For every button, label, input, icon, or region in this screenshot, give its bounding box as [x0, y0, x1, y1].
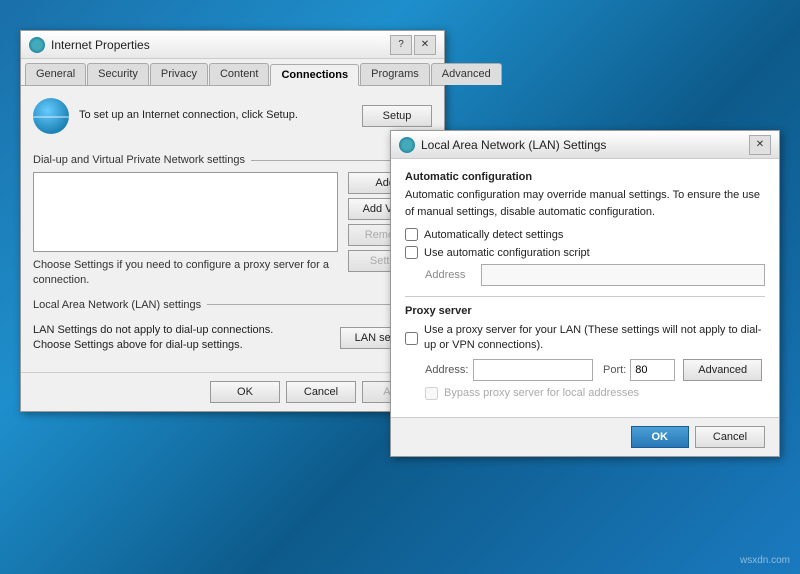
- proxy-addr-row: Address: Port: 80 Advanced: [425, 359, 765, 381]
- advanced-proxy-button[interactable]: Advanced: [683, 359, 762, 381]
- auto-script-label: Use automatic configuration script: [424, 247, 590, 259]
- lan-close-button[interactable]: ✕: [749, 135, 771, 155]
- tab-advanced[interactable]: Advanced: [431, 63, 502, 85]
- auto-script-row: Use automatic configuration script: [405, 246, 765, 259]
- tab-general[interactable]: General: [25, 63, 86, 85]
- lan-cancel-button[interactable]: Cancel: [695, 426, 765, 448]
- tab-content[interactable]: Content: [209, 63, 270, 85]
- address-input[interactable]: [481, 264, 765, 286]
- help-button[interactable]: ?: [390, 35, 412, 55]
- lan-dialog-controls: ✕: [749, 135, 771, 155]
- internet-props-footer: OK Cancel Apply: [21, 372, 444, 411]
- close-button[interactable]: ✕: [414, 35, 436, 55]
- watermark: wsxdn.com: [740, 555, 790, 566]
- proxy-address-label: Address:: [425, 364, 469, 376]
- setup-button[interactable]: Setup: [362, 105, 432, 127]
- lan-section-header: Local Area Network (LAN) settings: [33, 299, 432, 311]
- lan-dialog-footer: OK Cancel: [391, 417, 779, 456]
- address-label: Address: [425, 269, 475, 281]
- choose-settings-text: Choose Settings if you need to configure…: [33, 258, 338, 289]
- setup-row: To set up an Internet connection, click …: [33, 98, 432, 142]
- tab-privacy[interactable]: Privacy: [150, 63, 208, 85]
- lan-row: LAN Settings do not apply to dial-up con…: [33, 317, 432, 360]
- dialup-list-area: Choose Settings if you need to configure…: [33, 172, 338, 289]
- cancel-button[interactable]: Cancel: [286, 381, 356, 403]
- auto-detect-row: Automatically detect settings: [405, 228, 765, 241]
- connections-content: To set up an Internet connection, click …: [21, 86, 444, 372]
- lan-ok-button[interactable]: OK: [631, 426, 690, 448]
- auto-script-checkbox[interactable]: [405, 246, 418, 259]
- tab-bar: General Security Privacy Content Connect…: [21, 59, 444, 86]
- auto-detect-checkbox[interactable]: [405, 228, 418, 241]
- internet-props-titlebar: Internet Properties ? ✕: [21, 31, 444, 59]
- lan-dialog-window: Local Area Network (LAN) Settings ✕ Auto…: [390, 130, 780, 457]
- dialup-section: Choose Settings if you need to configure…: [33, 172, 432, 289]
- lan-dialog-icon: [399, 137, 415, 153]
- vpn-list: [33, 172, 338, 252]
- setup-text: To set up an Internet connection, click …: [79, 108, 352, 123]
- auto-config-desc: Automatic configuration may override man…: [405, 187, 765, 220]
- proxy-checkbox[interactable]: [405, 332, 418, 345]
- proxy-checkbox-row: Use a proxy server for your LAN (These s…: [405, 323, 765, 354]
- lan-dialog-titlebar: Local Area Network (LAN) Settings ✕: [391, 131, 779, 159]
- internet-props-icon: [29, 37, 45, 53]
- tab-programs[interactable]: Programs: [360, 63, 430, 85]
- port-label: Port:: [603, 364, 626, 376]
- auto-detect-label: Automatically detect settings: [424, 229, 563, 241]
- bypass-checkbox[interactable]: [425, 387, 438, 400]
- auto-address-row: Address: [425, 264, 765, 286]
- proxy-address-input[interactable]: [473, 359, 593, 381]
- lan-section: Local Area Network (LAN) settings LAN Se…: [33, 299, 432, 360]
- window-controls: ? ✕: [390, 35, 436, 55]
- proxy-checkbox-label: Use a proxy server for your LAN (These s…: [424, 323, 765, 354]
- tab-security[interactable]: Security: [87, 63, 149, 85]
- lan-desc: LAN Settings do not apply to dial-up con…: [33, 323, 330, 354]
- lan-dialog-content: Automatic configuration Automatic config…: [391, 159, 779, 417]
- tab-connections[interactable]: Connections: [270, 64, 359, 86]
- bypass-row: Bypass proxy server for local addresses: [425, 387, 765, 400]
- proxy-section: Proxy server Use a proxy server for your…: [405, 296, 765, 400]
- internet-properties-window: Internet Properties ? ✕ General Security…: [20, 30, 445, 412]
- port-input[interactable]: 80: [630, 359, 675, 381]
- proxy-header: Proxy server: [405, 305, 765, 317]
- globe-icon: [33, 98, 69, 134]
- auto-config-header: Automatic configuration: [405, 171, 765, 183]
- ok-button[interactable]: OK: [210, 381, 280, 403]
- internet-props-title: Internet Properties: [51, 38, 390, 52]
- bypass-label: Bypass proxy server for local addresses: [444, 387, 639, 399]
- dialup-section-header: Dial-up and Virtual Private Network sett…: [33, 154, 432, 166]
- lan-dialog-title: Local Area Network (LAN) Settings: [421, 138, 749, 152]
- auto-config-section: Automatic configuration Automatic config…: [405, 171, 765, 286]
